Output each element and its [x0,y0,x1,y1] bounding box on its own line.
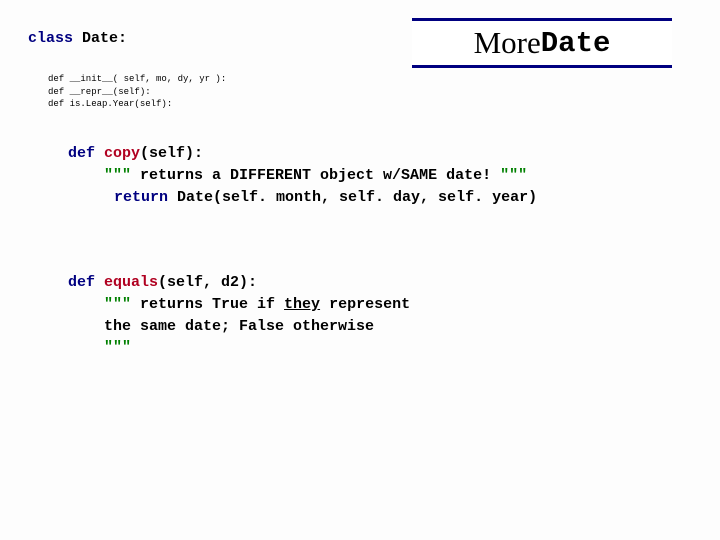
docstring-close: """ [104,339,131,356]
return-expression: Date(self. month, self. day, self. year) [168,189,537,206]
equals-doc-text2: the same date; False otherwise [104,318,374,335]
small-def-init: def __init__( self, mo, dy, yr ): [48,73,226,86]
title-more: More [474,25,541,61]
equals-params: (self, d2): [158,274,257,291]
copy-doc-text: returns a DIFFERENT object w/SAME date! [131,167,500,184]
equals-doc-text-b: represent [320,296,410,313]
equals-method-block: def equals(self, d2): """ returns True i… [68,272,410,359]
docstring-close: """ [500,167,527,184]
copy-method-block: def copy(self): """ returns a DIFFERENT … [68,143,537,208]
docstring-open: """ [104,296,131,313]
equals-doc-they: they [284,296,320,313]
copy-params: (self): [140,145,203,162]
copy-docstring: """ returns a DIFFERENT object w/SAME da… [104,165,537,187]
def-keyword: def [68,145,95,162]
equals-docstring-close: """ [104,337,410,359]
small-def-repr: def __repr__(self): [48,86,226,99]
equals-docstring-line2: the same date; False otherwise [104,316,410,338]
return-keyword: return [114,189,168,206]
docstring-open: """ [104,167,131,184]
equals-doc-text-a: returns True if [131,296,284,313]
class-declaration: class Date: [28,30,127,47]
copy-return-line: return Date(self. month, self. day, self… [114,187,537,209]
copy-method-name: copy [95,145,140,162]
class-keyword: class [28,30,73,47]
def-keyword: def [68,274,95,291]
equals-signature: def equals(self, d2): [68,272,410,294]
title-box: More Date [412,18,672,68]
small-def-isleapyear: def is.Leap.Year(self): [48,98,226,111]
class-name: Date: [82,30,127,47]
title-date: Date [541,27,611,60]
equals-docstring-line1: """ returns True if they represent [104,294,410,316]
copy-signature: def copy(self): [68,143,537,165]
equals-method-name: equals [95,274,158,291]
small-method-defs: def __init__( self, mo, dy, yr ): def __… [48,73,226,111]
